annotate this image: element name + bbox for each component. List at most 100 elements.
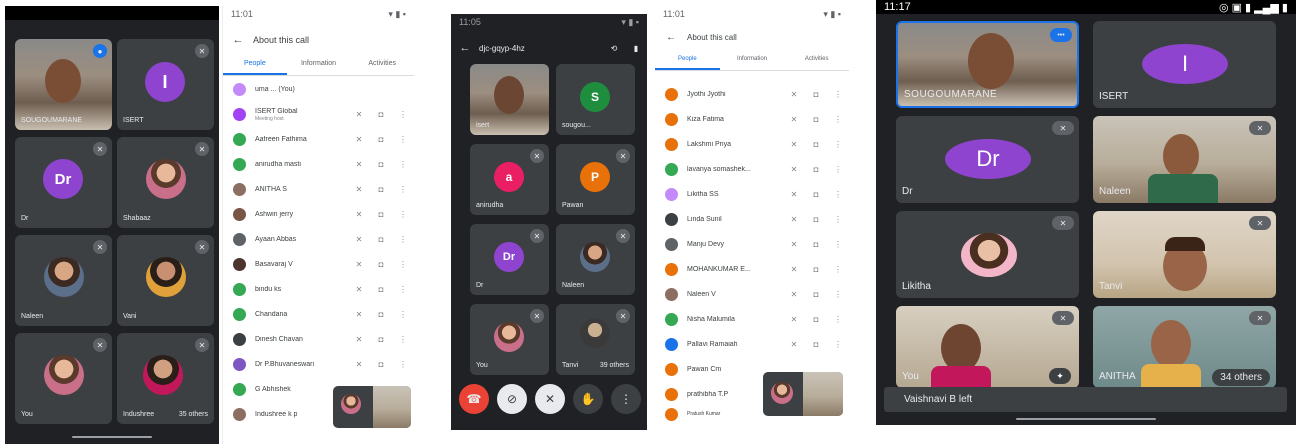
pin-icon[interactable]: ◘ xyxy=(805,90,827,99)
list-item[interactable]: Aafreen Fathima ✕ ◘ ⋮ xyxy=(223,127,414,152)
list-item[interactable]: Ashwin jerry ✕ ◘ ⋮ xyxy=(223,202,414,227)
pin-icon[interactable]: ◘ xyxy=(805,215,827,224)
tab-information[interactable]: Information xyxy=(287,54,351,75)
participant-tile[interactable]: ✕ ANITHA 34 others xyxy=(1093,306,1276,388)
list-item[interactable]: ISERT Global Meeting host ✕ ◘ ⋮ xyxy=(223,102,414,127)
list-item[interactable]: Manju Devy ✕ ◘ ⋮ xyxy=(655,232,849,257)
list-item[interactable]: Ayaan Abbas ✕ ◘ ⋮ xyxy=(223,227,414,252)
mic-off-icon[interactable]: ✕ xyxy=(783,215,805,224)
list-item[interactable]: Dinesh Chavan ✕ ◘ ⋮ xyxy=(223,327,414,352)
list-item[interactable]: bindu ks ✕ ◘ ⋮ xyxy=(223,277,414,302)
mic-off-icon[interactable]: ✕ xyxy=(348,110,370,119)
mic-off-icon[interactable]: ✕ xyxy=(348,285,370,294)
mic-off-icon[interactable]: ✕ xyxy=(348,160,370,169)
more-icon[interactable]: ⋮ xyxy=(827,140,849,149)
mic-off-icon[interactable]: ✕ xyxy=(783,115,805,124)
pin-icon[interactable]: ◘ xyxy=(370,360,392,369)
list-item[interactable]: ANITHA S ✕ ◘ ⋮ xyxy=(223,177,414,202)
tab-people[interactable]: People xyxy=(655,50,720,70)
pin-icon[interactable]: ◘ xyxy=(370,335,392,344)
back-arrow-icon[interactable]: ← xyxy=(655,32,687,43)
mic-off-icon[interactable]: ✕ xyxy=(348,135,370,144)
back-arrow-icon[interactable]: ← xyxy=(451,42,479,54)
mic-off-icon[interactable]: ✕ xyxy=(348,185,370,194)
list-item[interactable]: lavanya somashek... ✕ ◘ ⋮ xyxy=(655,157,849,182)
back-arrow-icon[interactable]: ← xyxy=(223,34,253,46)
participant-tile[interactable]: ✕ Naleen xyxy=(15,235,112,326)
list-item[interactable]: MOHANKUMAR E... ✕ ◘ ⋮ xyxy=(655,257,849,282)
others-count[interactable]: 39 others xyxy=(600,362,629,369)
list-item[interactable]: uma ... (You) xyxy=(223,77,414,102)
pin-icon[interactable]: ◘ xyxy=(370,185,392,194)
pin-icon[interactable]: ◘ xyxy=(370,135,392,144)
tab-activities[interactable]: Activities xyxy=(784,50,849,70)
list-item[interactable]: Likitha SS ✕ ◘ ⋮ xyxy=(655,182,849,207)
participant-tile[interactable]: ✕ Naleen xyxy=(556,224,635,295)
more-icon[interactable]: ⋮ xyxy=(827,315,849,324)
tab-information[interactable]: Information xyxy=(720,50,785,70)
pin-icon[interactable]: ◘ xyxy=(370,260,392,269)
more-icon[interactable]: ⋮ xyxy=(392,260,414,269)
participant-tile[interactable]: ••• SOUGOUMARANE xyxy=(896,21,1079,108)
participant-tile[interactable]: S sougou... xyxy=(556,64,635,135)
raise-hand-button[interactable]: ✋ xyxy=(573,384,603,414)
mic-off-icon[interactable]: ✕ xyxy=(783,190,805,199)
list-item[interactable]: Linda Sunil ✕ ◘ ⋮ xyxy=(655,207,849,232)
pin-icon[interactable]: ◘ xyxy=(805,265,827,274)
more-icon[interactable]: ⋮ xyxy=(392,110,414,119)
mic-off-icon[interactable]: ✕ xyxy=(783,315,805,324)
mic-off-icon[interactable]: ✕ xyxy=(348,235,370,244)
effects-button[interactable]: ✦ xyxy=(1049,368,1071,384)
mic-off-icon[interactable]: ✕ xyxy=(783,265,805,274)
pin-icon[interactable]: ◘ xyxy=(805,115,827,124)
list-item[interactable]: Chandana ✕ ◘ ⋮ xyxy=(223,302,414,327)
participant-tile[interactable]: P ✕ Pawan xyxy=(556,144,635,215)
more-icon[interactable]: ⋮ xyxy=(827,265,849,274)
mic-off-icon[interactable]: ✕ xyxy=(348,260,370,269)
pin-icon[interactable]: ◘ xyxy=(370,110,392,119)
more-icon[interactable]: ⋮ xyxy=(392,160,414,169)
list-item[interactable]: Lakshmi Priya ✕ ◘ ⋮ xyxy=(655,132,849,157)
participant-tile[interactable]: a ✕ anirudha xyxy=(470,144,549,215)
more-icon[interactable]: ⋮ xyxy=(392,310,414,319)
more-icon[interactable]: ⋮ xyxy=(392,285,414,294)
participant-tile[interactable]: ✕ You xyxy=(15,333,112,424)
participant-tile[interactable]: ✕ Naleen xyxy=(1093,116,1276,203)
participant-tile[interactable]: ✕ You ✦ xyxy=(896,306,1079,388)
mic-off-icon[interactable]: ✕ xyxy=(783,165,805,174)
participant-tile[interactable]: ● SOUGOUMARANE xyxy=(15,39,112,130)
participant-tile[interactable]: Dr ✕ Dr xyxy=(15,137,112,228)
speaker-icon[interactable]: ▮ xyxy=(625,44,647,53)
participant-tile[interactable]: I ✕ ISERT xyxy=(117,39,214,130)
pin-icon[interactable]: ◘ xyxy=(805,315,827,324)
pin-icon[interactable]: ◘ xyxy=(805,240,827,249)
mic-off-icon[interactable]: ✕ xyxy=(348,360,370,369)
list-item[interactable]: Nisha Malumila ✕ ◘ ⋮ xyxy=(655,307,849,332)
participant-tile[interactable]: ✕ You xyxy=(470,304,549,375)
mic-off-icon[interactable]: ✕ xyxy=(783,290,805,299)
mic-off-icon[interactable]: ✕ xyxy=(348,335,370,344)
mic-off-icon[interactable]: ✕ xyxy=(783,240,805,249)
pin-icon[interactable]: ◘ xyxy=(370,210,392,219)
pin-icon[interactable]: ◘ xyxy=(805,165,827,174)
more-icon[interactable]: ⋮ xyxy=(827,240,849,249)
mic-off-icon[interactable]: ✕ xyxy=(783,140,805,149)
more-icon[interactable]: ⋮ xyxy=(827,290,849,299)
list-item[interactable]: Kiza Fatima ✕ ◘ ⋮ xyxy=(655,107,849,132)
mic-off-icon[interactable]: ✕ xyxy=(783,90,805,99)
pin-icon[interactable]: ◘ xyxy=(805,140,827,149)
list-item[interactable]: Dr P.Bhuvaneswari ✕ ◘ ⋮ xyxy=(223,352,414,377)
more-icon[interactable]: ⋮ xyxy=(827,340,849,349)
more-icon[interactable]: ⋮ xyxy=(827,90,849,99)
mic-off-icon[interactable]: ✕ xyxy=(348,310,370,319)
pin-icon[interactable]: ◘ xyxy=(805,190,827,199)
meeting-code[interactable]: djc-gqyp-4hz xyxy=(479,44,603,53)
more-options-button[interactable]: ⋮ xyxy=(611,384,641,414)
pin-icon[interactable]: ◘ xyxy=(805,340,827,349)
tab-activities[interactable]: Activities xyxy=(350,54,414,75)
more-icon[interactable]: ⋮ xyxy=(392,185,414,194)
participant-tile[interactable]: ✕ Indushree 35 others xyxy=(117,333,214,424)
others-count[interactable]: 35 others xyxy=(179,411,208,418)
more-icon[interactable]: ⋮ xyxy=(827,165,849,174)
participant-tile[interactable]: isert xyxy=(470,64,549,135)
